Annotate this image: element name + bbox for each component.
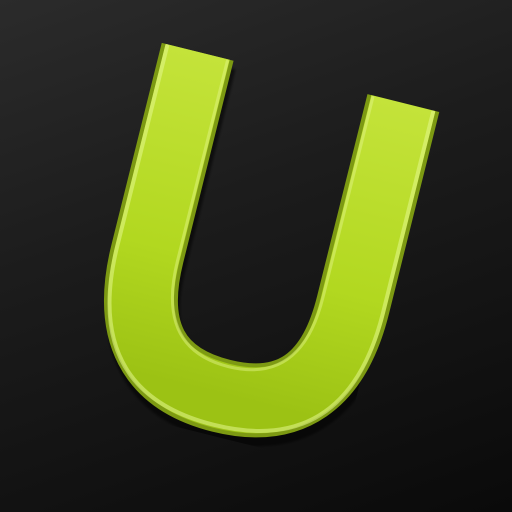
- u-logo-icon: [104, 42, 442, 447]
- u-glyph: [104, 42, 442, 447]
- app-icon: [0, 0, 512, 512]
